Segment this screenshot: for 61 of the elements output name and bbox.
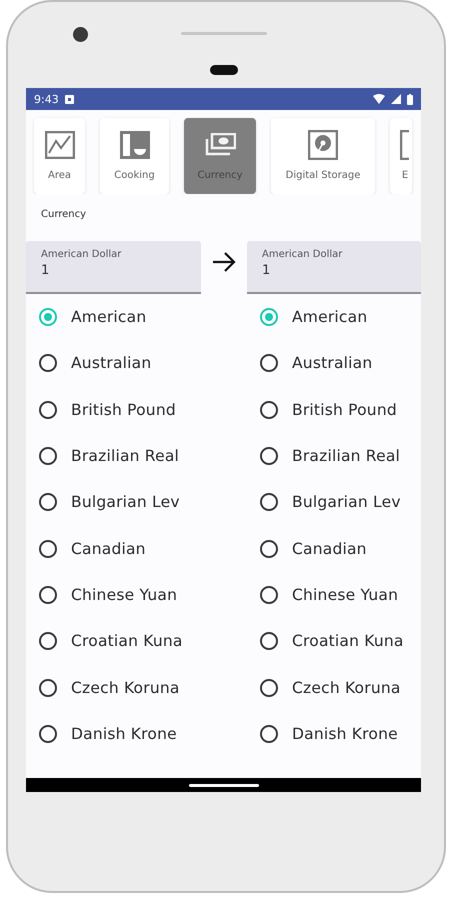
currency-option[interactable]: Czech Koruna (71, 678, 180, 697)
battery-icon (407, 94, 413, 104)
radio-button[interactable] (260, 678, 278, 697)
currency-option[interactable]: Canadian (292, 540, 367, 558)
currency-option[interactable]: Australian (71, 354, 152, 372)
radio-button[interactable] (39, 586, 57, 604)
currency-option[interactable]: Danish Krone (292, 724, 398, 743)
currency-option[interactable]: Croatian Kuna (292, 632, 404, 650)
category-tab[interactable]: E (390, 118, 412, 194)
radio-button[interactable] (260, 354, 278, 372)
frame-icon (400, 130, 410, 160)
category-tab[interactable]: Digital Storage (271, 118, 375, 194)
radio-button[interactable] (39, 400, 57, 419)
radio-button[interactable] (39, 678, 57, 697)
radio-button[interactable] (39, 447, 57, 466)
currency-option[interactable]: British Pound (71, 400, 176, 419)
radio-button[interactable] (39, 308, 57, 326)
status-time: 9:43 (34, 92, 59, 106)
currency-option[interactable]: Canadian (71, 540, 146, 558)
radio-button[interactable] (39, 540, 57, 558)
currency-option[interactable]: Australian (292, 354, 372, 372)
category-tab[interactable]: Cooking (100, 118, 169, 194)
amount-input[interactable]: 1 (262, 263, 362, 278)
wifi-icon (373, 94, 385, 104)
bottle-bowl-icon (120, 131, 150, 159)
sensor-icon (210, 65, 238, 75)
money-icon (204, 133, 236, 157)
radio-button[interactable] (39, 632, 57, 650)
radio-button[interactable] (260, 308, 278, 326)
radio-button[interactable] (260, 632, 278, 650)
currency-option[interactable]: Danish Krone (71, 724, 177, 743)
radio-button[interactable] (260, 400, 278, 419)
radio-button[interactable] (260, 540, 278, 558)
currency-option[interactable]: Bulgarian Lev (71, 493, 180, 512)
currency-option[interactable]: Bulgarian Lev (292, 493, 401, 512)
currency-option[interactable]: American (71, 308, 146, 326)
radio-button[interactable] (260, 447, 278, 466)
arrow-right-icon (212, 251, 236, 273)
radio-button[interactable] (39, 724, 57, 743)
home-handle[interactable] (188, 784, 258, 786)
category-tab[interactable]: Area (34, 118, 85, 194)
currency-option[interactable]: Czech Koruna (292, 678, 401, 697)
radio-button[interactable] (260, 586, 278, 604)
amount-input[interactable]: 1 (41, 263, 141, 278)
currency-option[interactable]: Chinese Yuan (292, 586, 398, 604)
line-chart-icon (44, 131, 74, 159)
currency-option[interactable]: Chinese Yuan (71, 586, 178, 604)
notification-icon (64, 94, 74, 104)
signal-icon (391, 94, 401, 104)
currency-option[interactable]: American (292, 308, 368, 326)
currency-option[interactable]: Brazilian Real (71, 447, 180, 466)
radio-button[interactable] (260, 724, 278, 743)
radio-button[interactable] (39, 493, 57, 512)
section-label: Currency (41, 209, 86, 220)
field-label: American Dollar (262, 249, 342, 260)
radio-button[interactable] (260, 493, 278, 512)
currency-option[interactable]: British Pound (292, 400, 397, 419)
currency-option[interactable]: Croatian Kuna (71, 632, 183, 650)
radio-button[interactable] (39, 354, 57, 372)
currency-option[interactable]: Brazilian Real (292, 447, 400, 466)
field-label: American Dollar (41, 249, 122, 260)
